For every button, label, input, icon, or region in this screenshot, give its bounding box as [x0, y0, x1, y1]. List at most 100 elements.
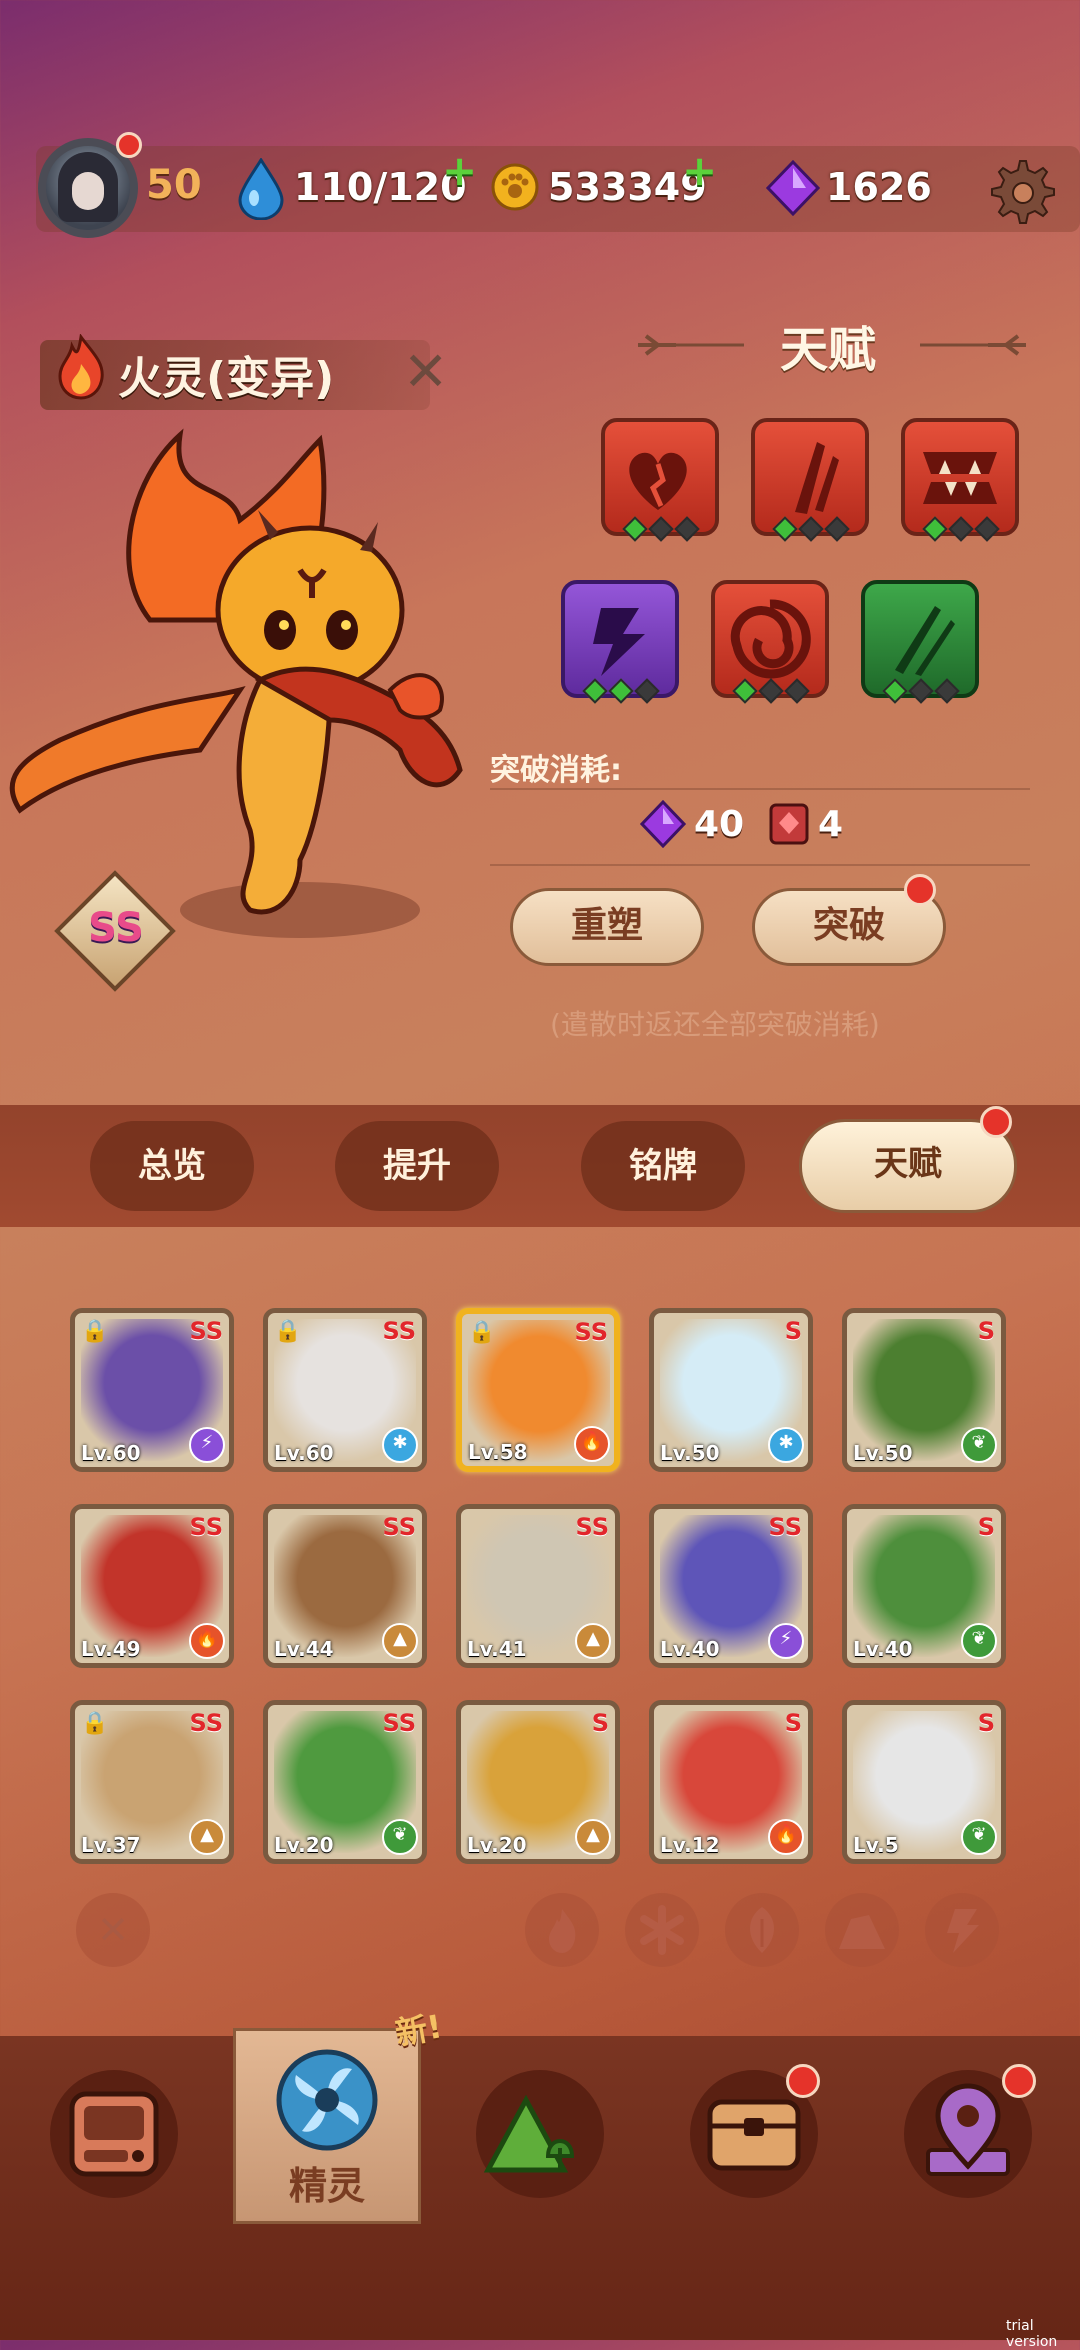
add-stamina-button[interactable]: +: [442, 146, 477, 195]
creature-level: Lv.49: [81, 1637, 141, 1661]
reshape-button[interactable]: 重塑: [510, 888, 704, 966]
creature-rank: S: [977, 1709, 995, 1737]
creature-card[interactable]: SS Lv.41 ▲: [456, 1504, 620, 1668]
talent-3-progress: [922, 516, 1000, 546]
ice-element-icon: ✱: [382, 1427, 418, 1463]
creature-level: Lv.50: [853, 1441, 913, 1465]
earth-filter-button[interactable]: [825, 1893, 899, 1967]
creature-name: 火灵(变异): [118, 353, 335, 404]
creature-rank: SS: [189, 1709, 224, 1737]
gems-value: 1626: [826, 165, 932, 209]
creature-rank: SS: [189, 1513, 224, 1541]
creature-card[interactable]: S Lv.5 ❦: [842, 1700, 1006, 1864]
creature-card[interactable]: SS Lv.20 ❦: [263, 1700, 427, 1864]
lightning-filter-button[interactable]: [925, 1893, 999, 1967]
earth-element-icon: ▲: [575, 1623, 611, 1659]
creature-card[interactable]: 🔒 SS Lv.37 ▲: [70, 1700, 234, 1864]
map-notification-dot: [1002, 2064, 1036, 2098]
gear-icon[interactable]: [985, 155, 1055, 225]
creature-level: Lv.40: [853, 1637, 913, 1661]
talent-book-icon: [769, 803, 809, 845]
avatar-notification-dot: [116, 132, 142, 158]
nav-adventure-button[interactable]: [476, 2070, 604, 2198]
snowflake-filter-icon: [640, 1905, 684, 1955]
creature-card[interactable]: S Lv.20 ▲: [456, 1700, 620, 1864]
console-icon: [69, 2091, 159, 2177]
fire-element-icon: 🔥: [574, 1426, 610, 1462]
lightning-filter-icon: [947, 1909, 979, 1953]
creature-card[interactable]: S Lv.50 ❦: [842, 1308, 1006, 1472]
rock-filter-icon: [839, 1915, 885, 1949]
creature-rank: SS: [189, 1317, 224, 1345]
tab-overview[interactable]: 总览: [90, 1121, 254, 1211]
leaf-element-icon: ❦: [961, 1819, 997, 1855]
lightning-element-icon: ⚡: [189, 1427, 225, 1463]
earth-element-icon: ▲: [189, 1819, 225, 1855]
creature-card[interactable]: 🔒 SS Lv.60 ✱: [263, 1308, 427, 1472]
fire-filter-icon: [549, 1909, 576, 1953]
creature-level: Lv.58: [468, 1440, 528, 1464]
creature-card[interactable]: S Lv.50 ✱: [649, 1308, 813, 1472]
talent-4-progress: [582, 678, 660, 708]
creature-card[interactable]: S Lv.12 🔥: [649, 1700, 813, 1864]
creature-card[interactable]: 🔒 SS Lv.60 ⚡: [70, 1308, 234, 1472]
creature-card[interactable]: 🔒 SS Lv.58 🔥: [456, 1308, 620, 1472]
leaf-filter-button[interactable]: [725, 1893, 799, 1967]
lock-icon: 🔒: [468, 1320, 496, 1345]
fire-spirit-illustration: [9, 428, 463, 938]
creature-rank: SS: [574, 1318, 609, 1346]
leaf-element-icon: ❦: [961, 1623, 997, 1659]
creature-card[interactable]: S Lv.40 ❦: [842, 1504, 1006, 1668]
leaf-element-icon: ❦: [382, 1819, 418, 1855]
talent-5-progress: [732, 678, 810, 708]
ice-element-icon: ✱: [768, 1427, 804, 1463]
cost-item-value: 4: [818, 804, 844, 845]
creature-rank: SS: [382, 1709, 417, 1737]
creature-rank: S: [784, 1317, 802, 1345]
lock-icon: 🔒: [81, 1319, 109, 1344]
tab-upgrade[interactable]: 提升: [335, 1121, 499, 1211]
creature-level: Lv.12: [660, 1833, 720, 1857]
breakthrough-notification-dot: [904, 874, 936, 906]
fire-filter-button[interactable]: [525, 1893, 599, 1967]
nav-spirit-label: 精灵: [288, 2164, 365, 2208]
breakthrough-cost-label: 突破消耗:: [490, 753, 622, 788]
creature-level: Lv.37: [81, 1833, 141, 1857]
ice-filter-button[interactable]: [625, 1893, 699, 1967]
creature-level: Lv.20: [274, 1833, 334, 1857]
creature-rank: S: [591, 1709, 609, 1737]
earth-element-icon: ▲: [575, 1819, 611, 1855]
new-badge: 新!: [392, 2007, 445, 2053]
creature-card[interactable]: SS Lv.44 ▲: [263, 1504, 427, 1668]
clear-filter-button[interactable]: ✕: [76, 1893, 150, 1967]
player-level: 50: [146, 162, 202, 208]
creature-card[interactable]: SS Lv.40 ⚡: [649, 1504, 813, 1668]
water-drop-icon: [238, 158, 284, 220]
creature-rank: SS: [382, 1317, 417, 1345]
talent-1-progress: [622, 516, 700, 546]
leaf-filter-icon: [749, 1907, 775, 1953]
creature-level: Lv.60: [274, 1441, 334, 1465]
dismiss-refund-note: (遣散时返还全部突破消耗): [550, 1008, 880, 1041]
creature-card[interactable]: SS Lv.49 🔥: [70, 1504, 234, 1668]
talent-title: 天赋: [780, 322, 877, 378]
paw-coin-icon: [491, 163, 539, 211]
rank-badge-text: SS: [88, 905, 144, 951]
nav-console-button[interactable]: [50, 2070, 178, 2198]
chest-notification-dot: [786, 2064, 820, 2098]
creature-level: Lv.40: [660, 1637, 720, 1661]
leaf-element-icon: ❦: [961, 1427, 997, 1463]
release-creature-button[interactable]: ✕: [403, 340, 448, 403]
creature-rank: S: [977, 1513, 995, 1541]
creature-level: Lv.5: [853, 1833, 899, 1857]
cost-gem-value: 40: [694, 804, 745, 845]
lightning-element-icon: ⚡: [768, 1623, 804, 1659]
creature-rank: SS: [768, 1513, 803, 1541]
add-coins-button[interactable]: +: [682, 146, 717, 195]
tab-nameplate[interactable]: 铭牌: [581, 1121, 745, 1211]
divider: [490, 864, 1030, 866]
talent-tab-notification-dot: [980, 1106, 1012, 1138]
creature-level: Lv.44: [274, 1637, 334, 1661]
watermark: trial version: [1006, 2318, 1058, 2350]
mountain-icon: [483, 2094, 575, 2173]
